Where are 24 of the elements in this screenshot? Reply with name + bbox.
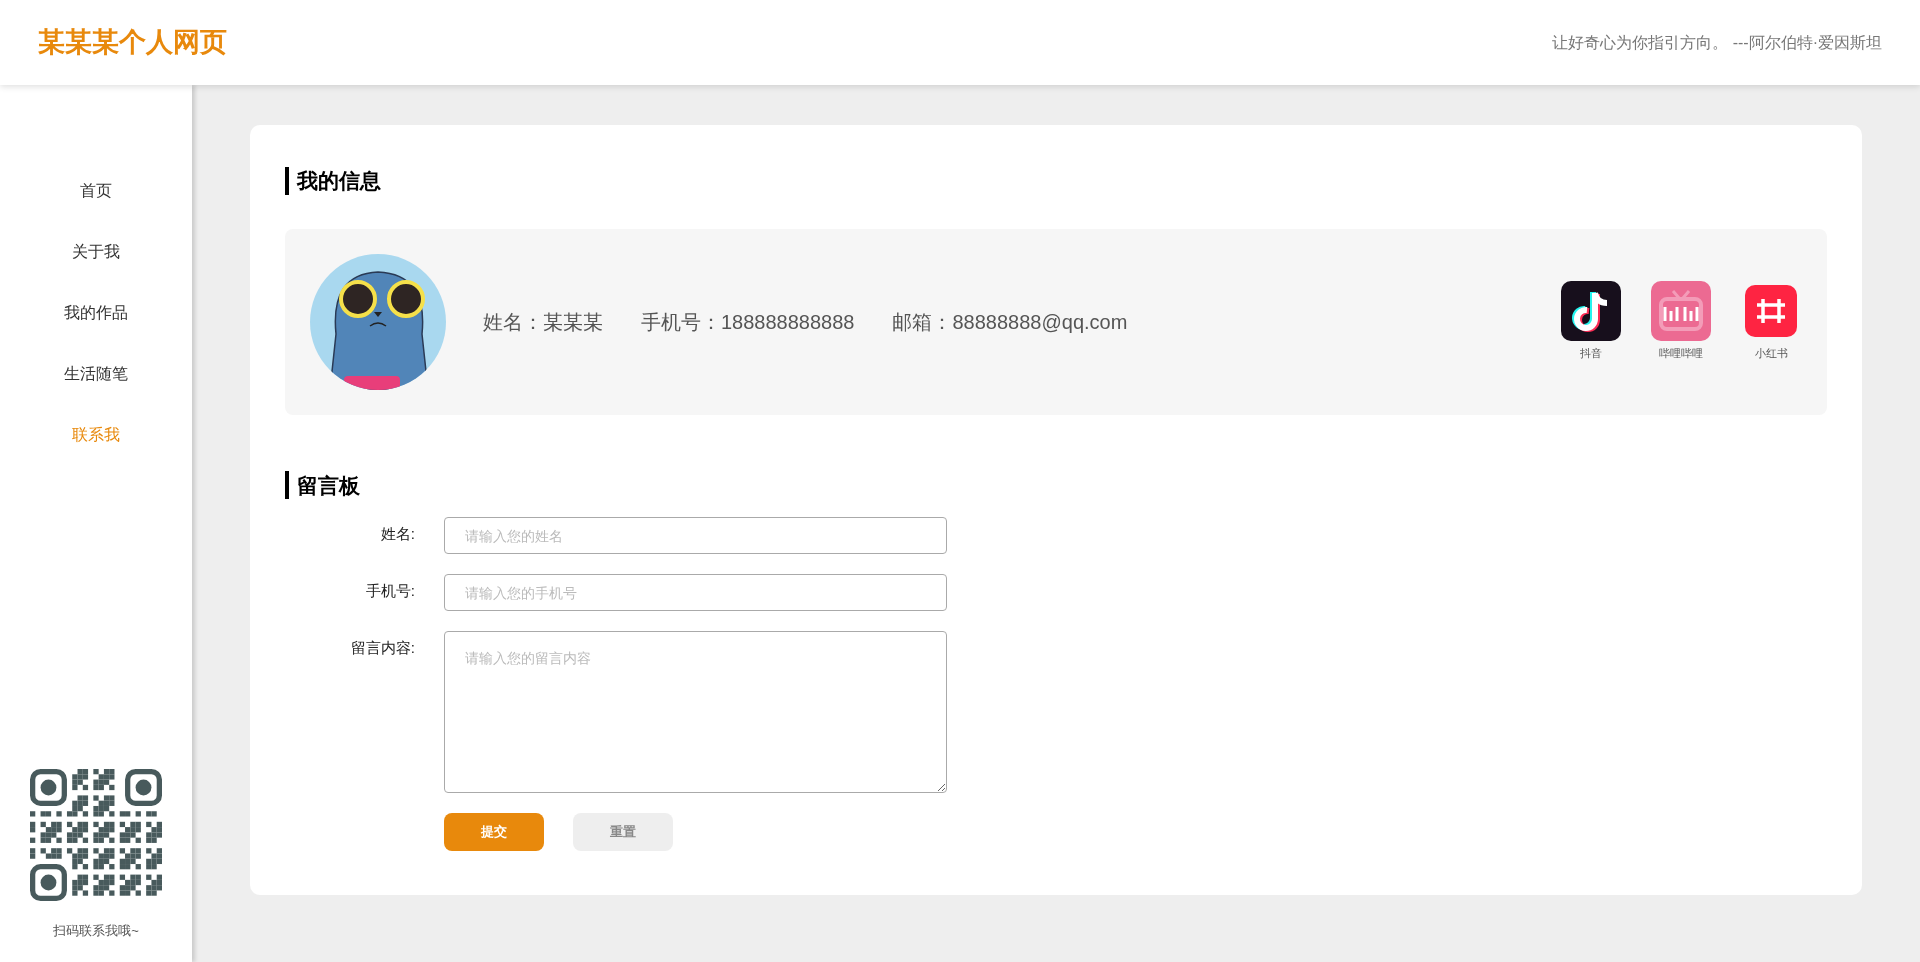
section-heading: 留言板 (297, 472, 360, 499)
quote-text: 让好奇心为你指引方向。 ---阿尔伯特·爱因斯坦 (1552, 32, 1882, 53)
hash-icon[interactable] (1745, 285, 1797, 338)
social-label: 小红书 (1754, 346, 1788, 362)
tv-icon[interactable] (1651, 281, 1711, 342)
profile-info: 手机号：188888888888 (641, 309, 855, 335)
nav-link[interactable]: 首页 (80, 180, 112, 202)
profile-info: 姓名：某某某 (483, 309, 603, 335)
site-title: 某某某个人网页 (38, 26, 227, 60)
field-label: 姓名: (379, 524, 415, 544)
social-label: 抖音 (1580, 346, 1602, 362)
nav-link[interactable]: 生活随笔 (64, 363, 128, 385)
profile-info: 邮箱：88888888@qq.com (892, 309, 1128, 335)
music-note-icon[interactable] (1561, 281, 1621, 342)
input-field[interactable]: 请输入您的手机号 (444, 574, 947, 611)
field-label: 留言内容: (349, 638, 415, 658)
message-textarea[interactable]: 请输入您的留言内容 (444, 631, 947, 793)
section-heading: 我的信息 (297, 168, 381, 194)
social-label: 哔哩哔哩 (1659, 346, 1703, 362)
nav-link[interactable]: 关于我 (72, 241, 120, 263)
field-label: 手机号: (364, 581, 415, 601)
input-field[interactable]: 请输入您的姓名 (444, 517, 947, 554)
qr-caption: 扫码联系我哦~ (53, 921, 139, 940)
nav-link[interactable]: 我的作品 (64, 302, 128, 324)
